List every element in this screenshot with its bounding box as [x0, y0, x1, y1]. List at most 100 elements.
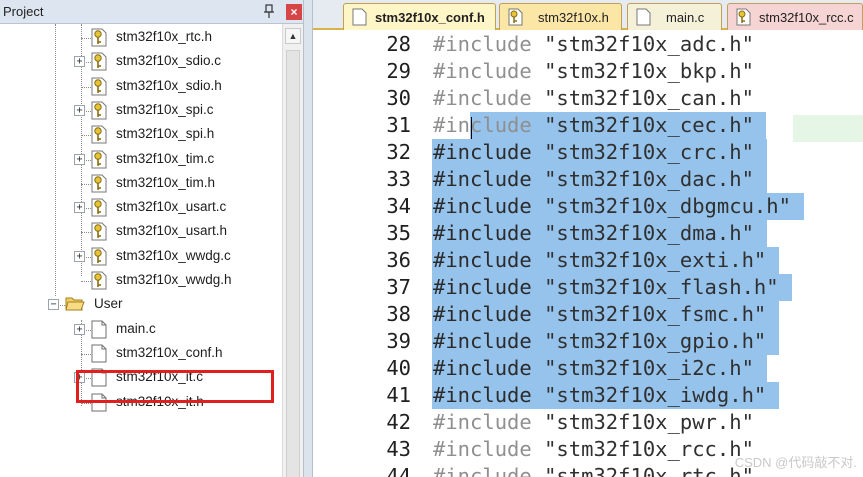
tree-item-label: stm32f10x_usart.c — [116, 199, 227, 215]
code-line: 30 #include "stm32f10x_can.h" — [313, 85, 863, 112]
key-file-icon — [91, 174, 107, 193]
tree-item[interactable]: + stm32f10x_tim.c — [74, 148, 280, 172]
expand-icon[interactable]: + — [74, 250, 85, 262]
tree-item[interactable]: stm32f10x_spi.h — [74, 123, 280, 147]
tab-stm32f10x-rcc-c[interactable]: stm32f10x_rcc.c — [727, 3, 863, 30]
tree-item[interactable]: stm32f10x_conf.h — [74, 342, 280, 366]
preprocessor-directive: #include — [433, 383, 532, 407]
key-file-icon — [736, 8, 751, 26]
expand-icon[interactable]: + — [74, 153, 85, 165]
code-text: #include "stm32f10x_pwr.h" — [433, 409, 754, 436]
tree-item[interactable]: + stm32f10x_usart.c — [74, 196, 280, 220]
preprocessor-directive: #include — [433, 194, 532, 218]
tree-guide-line — [55, 24, 56, 296]
tree-item-label: stm32f10x_sdio.c — [116, 53, 222, 69]
key-file-icon — [91, 77, 107, 96]
line-number: 36 — [386, 248, 411, 272]
code-editor: stm32f10x_conf.h stm32f10x.h main.c stm3… — [313, 0, 863, 477]
panel-splitter[interactable] — [303, 0, 313, 477]
tab-label: main.c — [666, 10, 705, 25]
line-number: 44 — [386, 464, 411, 477]
tree-item-label: stm32f10x_spi.h — [116, 126, 215, 142]
include-path: "stm32f10x_fsmc.h" — [531, 302, 767, 326]
project-tree: stm32f10x_rtc.h + stm32f10x_sdio.c stm32f10… — [0, 24, 282, 477]
line-number: 30 — [386, 86, 411, 110]
tree-item-label: stm32f10x_wwdg.c — [116, 247, 231, 263]
project-panel-header: Project × — [0, 0, 307, 24]
scroll-thumb[interactable] — [286, 50, 300, 477]
preprocessor-directive: #include — [433, 59, 532, 83]
expand-icon[interactable]: + — [74, 56, 85, 68]
tree-item[interactable]: + stm32f10x_sdio.c — [74, 50, 280, 74]
line-number: 28 — [386, 32, 411, 56]
line-number: 40 — [386, 356, 411, 380]
line-number: 37 — [386, 275, 411, 299]
annotation-highlight-box — [76, 370, 274, 403]
key-file-icon — [91, 150, 107, 169]
pin-icon[interactable] — [262, 4, 276, 20]
tree-item[interactable]: + stm32f10x_spi.c — [74, 99, 280, 123]
line-number: 34 — [386, 194, 411, 218]
key-file-icon — [91, 271, 107, 290]
line-number: 35 — [386, 221, 411, 245]
include-path: "stm32f10x_rtc.h" — [531, 464, 754, 477]
close-icon[interactable]: × — [286, 4, 302, 20]
expand-icon[interactable]: + — [74, 104, 85, 116]
tree-folder-user[interactable]: − User — [48, 293, 280, 317]
include-path: "stm32f10x_exti.h" — [531, 248, 767, 272]
tree-item-label: stm32f10x_usart.h — [116, 223, 228, 239]
tab-stm32f10x-conf-h[interactable]: stm32f10x_conf.h — [343, 3, 496, 30]
include-path: "stm32f10x_cec.h" — [531, 113, 754, 137]
code-text: #include "stm32f10x_can.h" — [433, 85, 754, 112]
tree-item[interactable]: + stm32f10x_wwdg.c — [74, 245, 280, 269]
tree-item-label: stm32f10x_rtc.h — [116, 29, 213, 44]
tree-item-label: stm32f10x_sdio.h — [116, 77, 222, 93]
preprocessor-directive: #include — [433, 140, 532, 164]
preprocessor-directive: #include — [433, 248, 532, 272]
preprocessor-directive: #include — [433, 437, 532, 461]
tab-main-c[interactable]: main.c — [627, 3, 722, 30]
code-text: #include "stm32f10x_adc.h" — [433, 32, 754, 58]
tree-item-label: stm32f10x_spi.c — [116, 101, 214, 117]
code-line: 41 #include "stm32f10x_iwdg.h" — [313, 382, 863, 409]
include-path: "stm32f10x_adc.h" — [531, 32, 754, 56]
code-text: #include "stm32f10x_dac.h" — [433, 166, 754, 193]
tree-item[interactable]: stm32f10x_wwdg.h — [74, 269, 280, 293]
code-line: 29 #include "stm32f10x_bkp.h" — [313, 58, 863, 85]
tree-item[interactable]: stm32f10x_rtc.h — [74, 26, 280, 50]
expand-icon[interactable]: + — [74, 202, 85, 214]
tab-label: stm32f10x_conf.h — [375, 10, 485, 25]
preprocessor-directive: #include — [433, 329, 532, 353]
code-text: #include "stm32f10x_dma.h" — [433, 220, 754, 247]
preprocessor-directive: #include — [433, 86, 532, 110]
scroll-up-arrow-icon[interactable]: ▲ — [285, 28, 301, 44]
tree-item[interactable]: stm32f10x_sdio.h — [74, 75, 280, 99]
key-file-icon — [508, 8, 523, 26]
tree-item-label: main.c — [116, 320, 156, 336]
collapse-icon[interactable]: − — [48, 299, 59, 311]
tree-item-label: stm32f10x_tim.c — [116, 150, 215, 166]
tab-stm32f10x-h[interactable]: stm32f10x.h — [499, 3, 622, 30]
include-path: "stm32f10x_iwdg.h" — [531, 383, 767, 407]
file-icon — [352, 8, 367, 26]
tree-scrollbar[interactable]: ▲ — [282, 24, 303, 477]
text-caret — [471, 117, 472, 139]
line-number: 29 — [386, 59, 411, 83]
code-text-area[interactable]: 28 #include "stm32f10x_adc.h" 29 #include "… — [313, 32, 863, 477]
code-text: #include "stm32f10x_bkp.h" — [433, 58, 754, 85]
code-line: 37 #include "stm32f10x_flash.h" — [313, 274, 863, 301]
tree-item[interactable]: stm32f10x_usart.h — [74, 220, 280, 244]
tab-label: stm32f10x.h — [538, 10, 609, 25]
tree-item[interactable]: stm32f10x_tim.h — [74, 172, 280, 196]
include-path: "stm32f10x_rcc.h" — [531, 437, 754, 461]
code-line: 32 #include "stm32f10x_crc.h" — [313, 139, 863, 166]
tree-item[interactable]: + main.c — [74, 318, 280, 342]
preprocessor-directive: #include — [433, 167, 532, 191]
line-number: 41 — [386, 383, 411, 407]
pin-icon-graphic — [264, 4, 274, 18]
key-file-icon — [91, 28, 107, 47]
project-panel-title: Project — [3, 4, 44, 19]
include-path: "stm32f10x_dma.h" — [531, 221, 754, 245]
expand-icon[interactable]: + — [74, 323, 85, 335]
line-number: 32 — [386, 140, 411, 164]
